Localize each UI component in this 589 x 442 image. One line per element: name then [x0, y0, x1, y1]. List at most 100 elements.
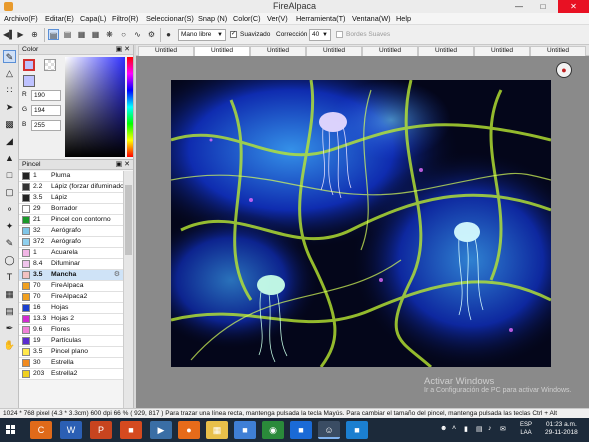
- artwork-canvas[interactable]: [171, 80, 551, 367]
- user-avatar[interactable]: ●: [556, 62, 572, 78]
- snap-curve-icon[interactable]: ∿: [132, 29, 143, 40]
- brush-row[interactable]: 9.6 Flores: [19, 325, 123, 336]
- menu-snap[interactable]: Snap (N): [198, 14, 227, 23]
- shape-tool-icon[interactable]: □: [3, 169, 16, 182]
- brush-row[interactable]: 3.5 Lápiz: [19, 193, 123, 204]
- brush-list-scrollbar[interactable]: [123, 171, 133, 408]
- tray-battery-icon[interactable]: ▮: [464, 425, 468, 433]
- tray-volume-icon[interactable]: ♪: [488, 425, 492, 432]
- brush-row[interactable]: 30 Estrella: [19, 358, 123, 369]
- app-icon-blue-2[interactable]: ■: [290, 421, 312, 439]
- media-player-icon[interactable]: ▶: [150, 421, 172, 439]
- fill-bucket-icon[interactable]: ▲: [3, 152, 16, 165]
- divider-tool-icon[interactable]: ▤: [3, 305, 16, 318]
- document-tab[interactable]: Untitled: [530, 46, 586, 56]
- word-icon[interactable]: W: [60, 421, 82, 439]
- brush-row[interactable]: 29 Borrador: [19, 204, 123, 215]
- minimize-icon[interactable]: —: [508, 0, 530, 13]
- tray-clock[interactable]: 01:23 a.m. 29-11-2018: [545, 421, 578, 437]
- edges-checkbox[interactable]: [336, 31, 343, 38]
- menu-ver[interactable]: Ver(V): [267, 14, 288, 23]
- tray-message-icon[interactable]: ✉: [500, 425, 506, 433]
- tray-chevron-icon[interactable]: ˄: [452, 425, 456, 432]
- foreground-color-swatch[interactable]: [23, 59, 35, 71]
- menu-editar[interactable]: Editar(E): [45, 14, 74, 23]
- firealpaca-taskbar-icon[interactable]: ☺: [318, 421, 340, 439]
- menu-herramienta[interactable]: Herramienta(T): [296, 14, 345, 23]
- brush-row[interactable]: 70 FireAlpaca2: [19, 292, 123, 303]
- eyedropper-icon[interactable]: ✒: [3, 322, 16, 335]
- eraser-tool-icon[interactable]: △: [3, 67, 16, 80]
- tray-people-icon[interactable]: ☻: [440, 425, 447, 432]
- menu-help[interactable]: Help: [396, 14, 411, 23]
- maximize-icon[interactable]: □: [532, 0, 554, 13]
- brush-row[interactable]: 13.3 Hojas 2: [19, 314, 123, 325]
- brush-row[interactable]: 32 Aerógrafo: [19, 226, 123, 237]
- lasso-tool-icon[interactable]: ⚬: [3, 203, 16, 216]
- dot-tool-icon[interactable]: ∷: [3, 84, 16, 97]
- flip-right-icon[interactable]: ▶: [15, 29, 26, 40]
- magic-wand-icon[interactable]: ✦: [3, 220, 16, 233]
- brush-row[interactable]: 70 FireAlpaca: [19, 281, 123, 292]
- document-tab[interactable]: Untitled: [418, 46, 474, 56]
- close-icon[interactable]: ✕: [558, 0, 589, 13]
- document-tab[interactable]: Untitled: [474, 46, 530, 56]
- panel-window-icons[interactable]: ▣ ✕: [116, 45, 130, 53]
- snap-cross-icon[interactable]: ▦: [76, 29, 87, 40]
- app-icon-blue-3[interactable]: ■: [346, 421, 368, 439]
- firefox-icon[interactable]: ●: [178, 421, 200, 439]
- brush-row[interactable]: 203 Estrella2: [19, 369, 123, 380]
- app-icon-blue[interactable]: ■: [234, 421, 256, 439]
- frame-tool-icon[interactable]: ▦: [3, 288, 16, 301]
- brush-settings-gear-icon[interactable]: ⚙: [114, 270, 120, 278]
- tray-language[interactable]: ESP LAA: [520, 421, 532, 437]
- brush-row[interactable]: 3.5 Pincel plano: [19, 347, 123, 358]
- brush-row[interactable]: 372 Aerógrafo: [19, 237, 123, 248]
- b-input[interactable]: 255: [31, 120, 61, 131]
- menu-filtro[interactable]: Filtro(R): [112, 14, 138, 23]
- brush-row[interactable]: 16 Hojas: [19, 303, 123, 314]
- snap-circle-icon[interactable]: ○: [118, 29, 129, 40]
- correction-select[interactable]: 40 ▼: [309, 29, 331, 41]
- snap-vanishing-icon[interactable]: ▦: [90, 29, 101, 40]
- brush-row[interactable]: 2.2 Lápiz (forzar difuminado): [19, 182, 123, 193]
- document-tab[interactable]: Untitled: [250, 46, 306, 56]
- brush-tool-icon[interactable]: ✎: [3, 50, 16, 63]
- brush-mode-select[interactable]: Mano libre ▼: [178, 29, 226, 41]
- menu-capa[interactable]: Capa(L): [80, 14, 106, 23]
- panel-window-icons[interactable]: ▣ ✕: [116, 160, 130, 168]
- hue-slider[interactable]: [127, 57, 133, 157]
- ccleaner-icon[interactable]: C: [30, 421, 52, 439]
- menu-seleccionar[interactable]: Seleccionar(S): [146, 14, 194, 23]
- select-eraser-icon[interactable]: ◯: [3, 254, 16, 267]
- text-tool-icon[interactable]: T: [3, 271, 16, 284]
- brush-row[interactable]: 3.5 Mancha ⚙: [19, 270, 123, 281]
- start-menu-icon[interactable]: [0, 418, 22, 442]
- snap-settings-icon[interactable]: ⚙: [146, 29, 157, 40]
- brush-row[interactable]: 1 Acuarela: [19, 248, 123, 259]
- menu-archivo[interactable]: Archivo(F): [4, 14, 38, 23]
- snap-off-icon[interactable]: ▤: [48, 29, 59, 40]
- g-input[interactable]: 194: [31, 105, 61, 116]
- zoom-icon[interactable]: ⊕: [29, 29, 40, 40]
- select-tool-icon[interactable]: ▢: [3, 186, 16, 199]
- select-pen-icon[interactable]: ✎: [3, 237, 16, 250]
- document-tab[interactable]: Untitled: [194, 46, 250, 56]
- gradient-tool-icon[interactable]: ◢: [3, 135, 16, 148]
- document-tab[interactable]: Untitled: [306, 46, 362, 56]
- brush-row[interactable]: 19 Partículas: [19, 336, 123, 347]
- snap-parallel-icon[interactable]: ▤: [62, 29, 73, 40]
- brush-row[interactable]: 1 Pluma: [19, 171, 123, 182]
- flip-left-icon[interactable]: ◀▌: [3, 29, 15, 40]
- app-icon-red[interactable]: ■: [120, 421, 142, 439]
- hand-tool-icon[interactable]: ✋: [3, 339, 16, 352]
- powerpoint-icon[interactable]: P: [90, 421, 112, 439]
- smoothing-checkbox[interactable]: ✓: [230, 31, 237, 38]
- brush-row[interactable]: 21 Pincel con contorno: [19, 215, 123, 226]
- fill-tool-icon[interactable]: ▩: [3, 118, 16, 131]
- tray-network-icon[interactable]: ▤: [476, 425, 483, 433]
- chrome-icon[interactable]: ◉: [262, 421, 284, 439]
- file-explorer-icon[interactable]: ▦: [206, 421, 228, 439]
- brush-row[interactable]: 8.4 Difuminar: [19, 259, 123, 270]
- snap-radial-icon[interactable]: ❋: [104, 29, 115, 40]
